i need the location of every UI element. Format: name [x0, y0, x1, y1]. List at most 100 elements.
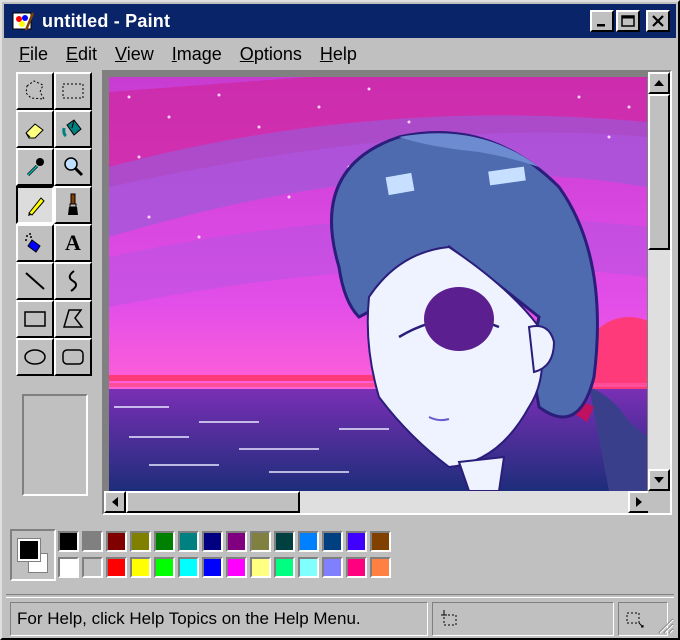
tool-curve[interactable] — [54, 262, 92, 300]
tool-rounded-rectangle[interactable] — [54, 338, 92, 376]
palette-swatch[interactable] — [130, 557, 151, 578]
scrollbar-corner — [648, 491, 670, 513]
palette-swatch[interactable] — [322, 557, 343, 578]
scroll-left-button[interactable] — [104, 491, 126, 513]
palette-swatch[interactable] — [202, 531, 223, 552]
palette-swatch[interactable] — [298, 557, 319, 578]
scroll-right-button[interactable] — [628, 491, 650, 513]
menu-options[interactable]: Options — [231, 44, 311, 65]
palette-swatch[interactable] — [250, 531, 271, 552]
tool-select[interactable] — [54, 72, 92, 110]
tool-eraser[interactable] — [16, 110, 54, 148]
cursor-position-icon — [441, 610, 457, 626]
vertical-scroll-thumb[interactable] — [648, 94, 670, 250]
rect-select-icon — [62, 83, 84, 99]
palette-swatch[interactable] — [82, 557, 103, 578]
menu-edit-accel: E — [66, 43, 79, 64]
palette-swatch[interactable] — [58, 531, 79, 552]
arrow-down-icon — [654, 477, 664, 483]
palette-swatch[interactable] — [322, 531, 343, 552]
resize-grip-icon[interactable] — [656, 616, 674, 634]
eyedropper-icon — [26, 158, 44, 177]
palette-swatch[interactable] — [58, 557, 79, 578]
window-title: untitled - Paint — [42, 10, 171, 31]
menu-bar: File Edit View Image Options Help — [10, 40, 366, 68]
palette-swatch[interactable] — [154, 557, 175, 578]
palette-swatch[interactable] — [82, 531, 103, 552]
tool-free-form-select[interactable] — [16, 72, 54, 110]
palette-swatch[interactable] — [106, 557, 127, 578]
menu-view-accel: V — [115, 43, 127, 64]
palette-swatch[interactable] — [370, 531, 391, 552]
palette-swatch[interactable] — [274, 531, 295, 552]
menu-image-rest: mage — [176, 43, 222, 64]
vertical-scrollbar[interactable] — [648, 72, 670, 491]
palette-swatch[interactable] — [274, 557, 295, 578]
menu-edit[interactable]: Edit — [57, 44, 106, 65]
scroll-down-button[interactable] — [648, 469, 670, 491]
canvas-frame — [102, 70, 672, 515]
selection-size-icon — [626, 612, 644, 628]
menu-file[interactable]: File — [10, 44, 57, 65]
polygon-icon — [62, 309, 84, 328]
tool-options-box[interactable] — [22, 394, 88, 496]
curve-icon — [68, 270, 77, 292]
menu-view[interactable]: View — [106, 44, 163, 65]
line-icon — [25, 272, 45, 290]
palette-swatch[interactable] — [106, 531, 127, 552]
tool-ellipse[interactable] — [16, 338, 54, 376]
palette-swatch[interactable] — [202, 557, 223, 578]
title-bar[interactable]: untitled - Paint — [4, 4, 676, 38]
maximize-icon — [621, 15, 635, 27]
paint-window: untitled - Paint File Edit View Image Op… — [0, 0, 680, 640]
palette-swatch[interactable] — [130, 531, 151, 552]
palette-swatch[interactable] — [250, 557, 271, 578]
tool-fill-with-color[interactable] — [54, 110, 92, 148]
palette-swatch[interactable] — [178, 557, 199, 578]
menu-file-accel: F — [19, 43, 30, 64]
horizontal-scrollbar[interactable] — [104, 491, 650, 513]
tool-airbrush[interactable] — [16, 224, 54, 262]
tool-brush[interactable] — [54, 186, 92, 224]
arrow-right-icon — [636, 497, 642, 507]
menu-view-rest: iew — [126, 43, 154, 64]
tool-line[interactable] — [16, 262, 54, 300]
minimize-icon — [597, 24, 605, 27]
status-help-text: For Help, click Help Topics on the Help … — [17, 609, 361, 628]
drawing-canvas[interactable] — [109, 77, 647, 491]
tool-polygon[interactable] — [54, 300, 92, 338]
horizontal-scroll-thumb[interactable] — [126, 491, 300, 513]
close-button[interactable] — [646, 10, 670, 32]
canvas-painting — [109, 77, 647, 491]
menu-help[interactable]: Help — [311, 44, 366, 65]
paint-app-icon — [12, 12, 34, 31]
palette-swatch[interactable] — [154, 531, 175, 552]
minimize-button[interactable] — [590, 10, 614, 32]
tool-text[interactable]: A — [54, 224, 92, 262]
brush-icon — [68, 193, 78, 215]
arrow-up-icon — [654, 80, 664, 86]
magnifier-icon — [64, 157, 84, 177]
text-icon: A — [65, 230, 81, 255]
palette-swatch[interactable] — [370, 557, 391, 578]
tool-pick-color[interactable] — [16, 148, 54, 186]
menu-options-accel: O — [239, 43, 254, 64]
close-icon — [652, 15, 664, 27]
arrow-left-icon — [112, 497, 118, 507]
tool-pencil[interactable] — [16, 186, 54, 224]
ellipse-icon — [24, 349, 46, 365]
palette-swatch[interactable] — [298, 531, 319, 552]
current-colors[interactable] — [10, 529, 56, 581]
paint-bucket-icon — [62, 119, 82, 138]
rounded-rectangle-icon — [62, 349, 84, 365]
tool-magnifier[interactable] — [54, 148, 92, 186]
palette-swatch[interactable] — [226, 557, 247, 578]
palette-swatch[interactable] — [226, 531, 247, 552]
menu-image[interactable]: Image — [163, 44, 231, 65]
palette-swatch[interactable] — [346, 557, 367, 578]
scroll-up-button[interactable] — [648, 72, 670, 94]
palette-swatch[interactable] — [346, 531, 367, 552]
tool-rectangle[interactable] — [16, 300, 54, 338]
maximize-button[interactable] — [616, 10, 640, 32]
palette-swatch[interactable] — [178, 531, 199, 552]
